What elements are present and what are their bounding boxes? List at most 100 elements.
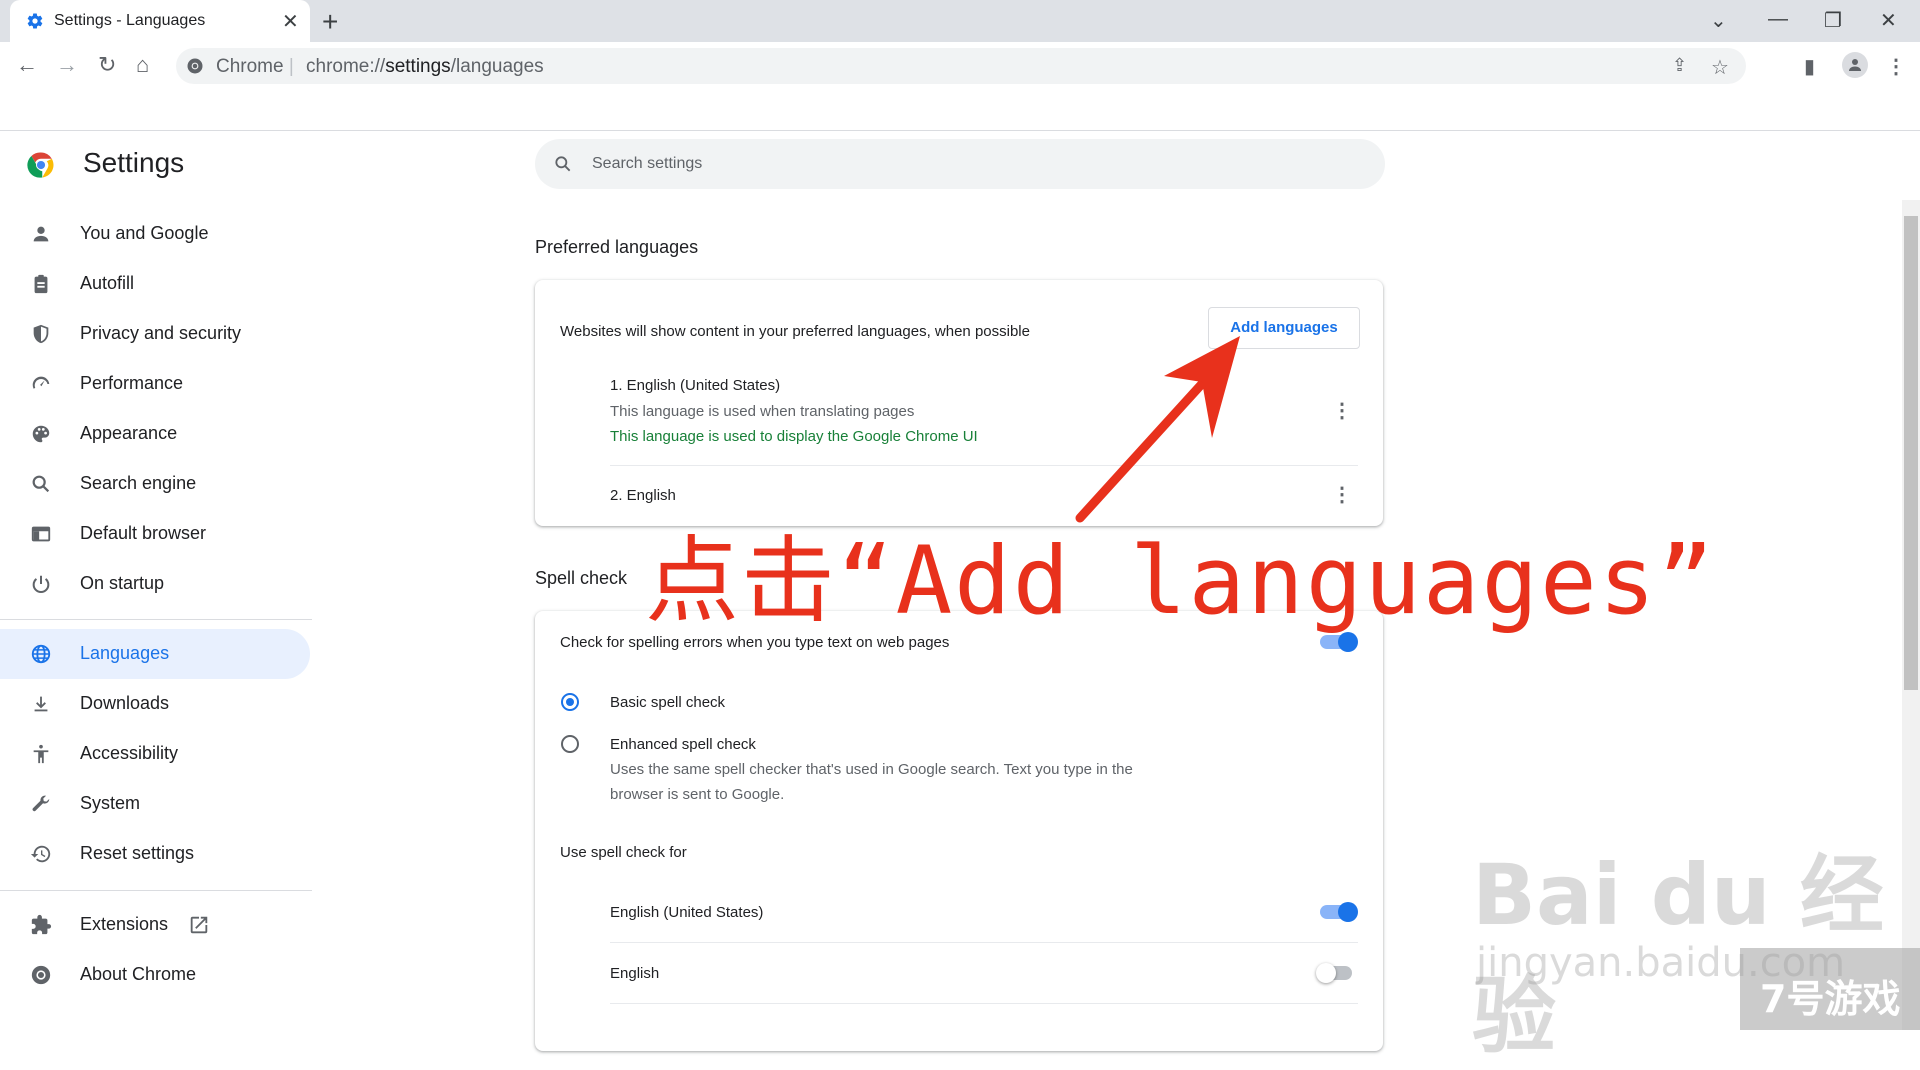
menu-icon[interactable]: ⋮: [1886, 54, 1906, 79]
tab-title: Settings - Languages: [54, 12, 206, 29]
chrome-icon: [31, 965, 51, 985]
sidebar-item-label: Reset settings: [80, 843, 195, 863]
clipboard-icon: [34, 274, 48, 294]
preferred-description: Websites will show content in your prefe…: [560, 323, 1030, 340]
use-spell-check-for-label: Use spell check for: [560, 844, 687, 861]
corner-watermark-text: 7号游戏: [1760, 977, 1901, 1021]
language-item-ui-note: This language is used to display the Goo…: [610, 428, 978, 445]
sidebar-item-label: Languages: [80, 643, 170, 663]
more-actions-icon[interactable]: ⋮: [1332, 398, 1352, 423]
preferred-languages-heading: Preferred languages: [535, 237, 699, 257]
new-tab-button[interactable]: +: [322, 6, 338, 38]
sidebar-item-on-startup[interactable]: On startup: [0, 559, 310, 609]
divider: [610, 1003, 1358, 1004]
wrench-icon: [32, 795, 50, 812]
sidebar-item-search-engine[interactable]: Search engine: [0, 459, 310, 509]
sidebar-item-system[interactable]: System: [0, 779, 310, 829]
sidebar-item-label: On startup: [80, 573, 165, 593]
enhanced-spell-check-label: Enhanced spell check: [610, 736, 756, 753]
external-link-icon: [190, 916, 208, 934]
search-icon: [555, 156, 571, 172]
sidebar-item-label: Privacy and security: [80, 323, 242, 343]
annotation-arrow-icon: [1075, 336, 1240, 523]
sidebar-item-appearance[interactable]: Appearance: [0, 409, 310, 459]
enhanced-description: browser is sent to Google.: [610, 786, 785, 803]
power-icon: [32, 575, 50, 593]
sidebar-item-label: Accessibility: [80, 743, 179, 763]
sidebar-item-label: About Chrome: [80, 964, 197, 984]
chrome-logo-icon: [27, 152, 54, 178]
gear-icon: [27, 13, 43, 29]
sidebar-item-privacy[interactable]: Privacy and security: [0, 309, 310, 359]
spell-check-card: [535, 611, 1383, 1051]
settings-title: Settings: [83, 147, 185, 178]
tab-settings-languages[interactable]: Settings - Languages ✕: [10, 0, 310, 42]
sidebar-item-label: Extensions: [80, 914, 169, 934]
sidebar-item-autofill[interactable]: Autofill: [0, 259, 310, 309]
language-item-name: 2. English: [610, 487, 676, 504]
enhanced-spell-check-radio[interactable]: [561, 735, 579, 753]
sidebar-item-downloads[interactable]: Downloads: [0, 679, 310, 729]
download-icon: [34, 696, 48, 712]
restore-button[interactable]: ❐: [1824, 8, 1842, 33]
corner-watermark-logo: 7号游戏: [1740, 948, 1920, 1030]
spell-language-toggle[interactable]: [1320, 901, 1360, 923]
tab-close-icon[interactable]: ✕: [282, 9, 299, 34]
language-item-name: 1. English (United States): [610, 377, 781, 394]
sidebar-item-label: Search engine: [80, 473, 197, 493]
sidebar-item-label: Default browser: [80, 523, 207, 543]
sidebar-item-label: Downloads: [80, 693, 170, 713]
scrollbar-thumb[interactable]: [1904, 216, 1918, 690]
spell-language-name: English (United States): [610, 904, 764, 921]
sidebar-divider: [0, 619, 312, 620]
search-icon: [32, 475, 50, 493]
sidebar-item-you-and-google[interactable]: You and Google: [0, 209, 310, 259]
sidebar-item-label: Appearance: [80, 423, 178, 443]
reload-button[interactable]: ↻: [98, 52, 116, 78]
tab-search-dropdown-icon[interactable]: ⌄: [1710, 8, 1727, 33]
back-button[interactable]: ←: [16, 52, 38, 78]
spell-language-toggle[interactable]: [1316, 962, 1358, 984]
language-item-note: This language is used when translating p…: [610, 403, 915, 420]
sidebar-item-performance[interactable]: Performance: [0, 359, 310, 409]
sidebar-item-label: System: [80, 793, 141, 813]
annotation-text: 点击“Add languages”: [645, 527, 1716, 636]
sidebar-item-reset-settings[interactable]: Reset settings: [0, 829, 310, 879]
person-icon: [33, 226, 49, 242]
side-panel-icon[interactable]: ▮: [1804, 54, 1815, 79]
chrome-site-icon: [187, 58, 203, 74]
profile-avatar[interactable]: [1842, 52, 1868, 78]
palette-icon: [32, 425, 50, 443]
sidebar-item-label: You and Google: [80, 223, 209, 243]
sidebar-item-about-chrome[interactable]: About Chrome: [0, 950, 310, 1000]
site-chip-label: Chrome |: [216, 56, 294, 77]
share-icon[interactable]: ⇪: [1672, 55, 1687, 76]
divider: [610, 942, 1358, 943]
close-window-button[interactable]: ✕: [1880, 8, 1897, 33]
address-bar[interactable]: Chrome | chrome://settings/languages ☆ ⇪: [176, 48, 1746, 84]
minimize-button[interactable]: —: [1768, 8, 1788, 31]
sidebar-item-accessibility[interactable]: Accessibility: [0, 729, 310, 779]
enhanced-description: Uses the same spell checker that's used …: [610, 761, 1133, 778]
sidebar-divider: [0, 890, 312, 891]
sidebar-item-extensions[interactable]: Extensions: [0, 900, 310, 950]
search-placeholder: Search settings: [592, 155, 703, 172]
basic-spell-check-radio[interactable]: [561, 693, 579, 711]
shield-icon: [33, 324, 49, 344]
accessibility-icon: [33, 744, 49, 764]
search-settings-input[interactable]: Search settings: [535, 139, 1385, 189]
history-icon: [30, 845, 51, 863]
spell-check-heading: Spell check: [535, 568, 628, 588]
sidebar-item-default-browser[interactable]: Default browser: [0, 509, 310, 559]
sidebar-item-languages[interactable]: Languages: [0, 629, 310, 679]
sidebar-item-label: Performance: [80, 373, 184, 393]
url-text: chrome://settings/languages: [306, 56, 544, 77]
forward-button[interactable]: →: [56, 52, 78, 78]
puzzle-icon: [31, 914, 52, 935]
bookmark-star-icon[interactable]: ☆: [1711, 55, 1729, 80]
browser-icon: [31, 526, 51, 542]
more-actions-icon[interactable]: ⋮: [1332, 482, 1352, 507]
home-button[interactable]: ⌂: [136, 52, 149, 78]
sidebar-item-label: Autofill: [80, 273, 135, 293]
globe-icon: [31, 644, 51, 664]
